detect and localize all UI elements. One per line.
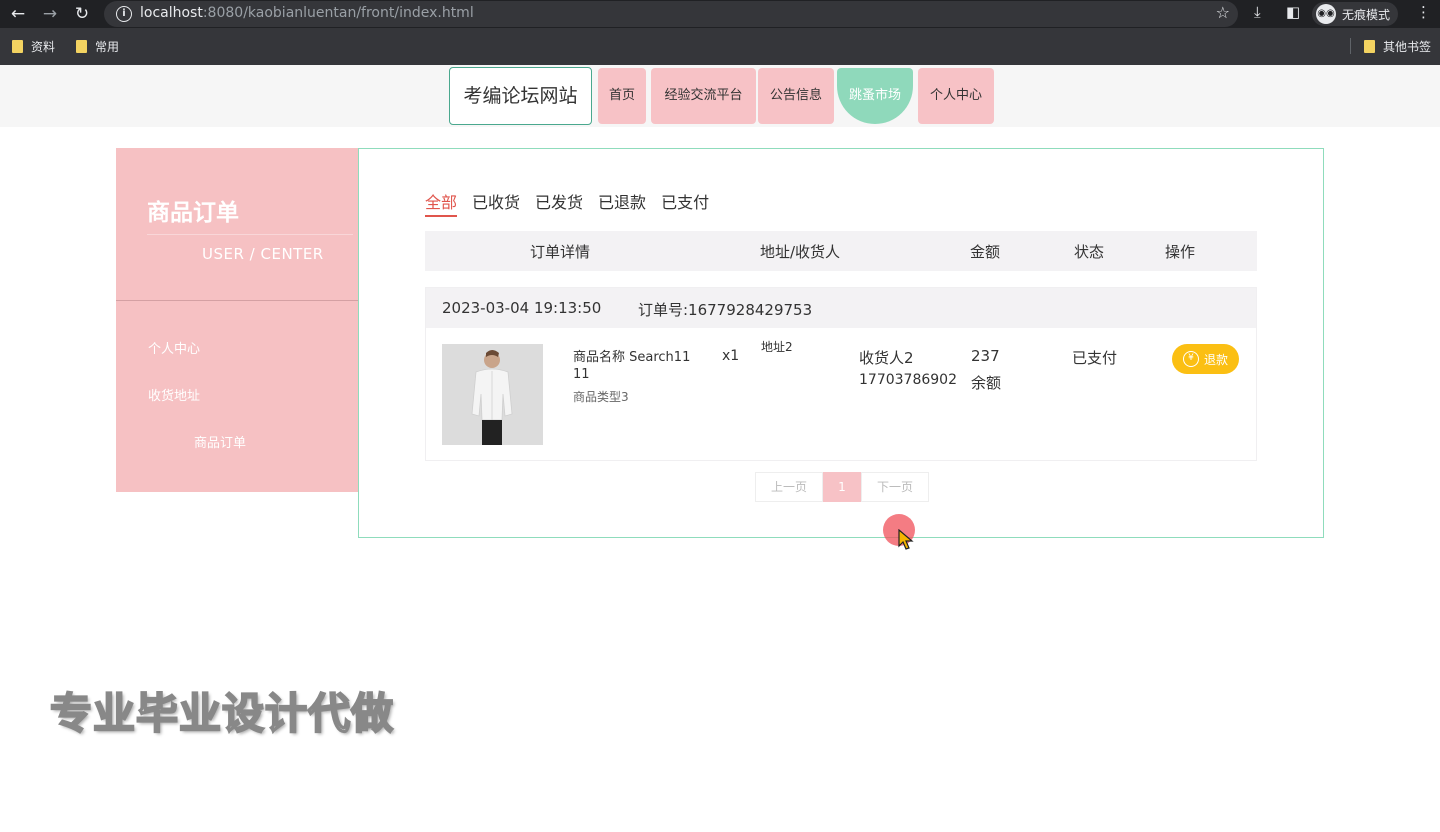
- orders-panel: 全部 已收货 已发货 已退款 已支付 订单详情 地址/收货人 金额 状态 操作 …: [358, 148, 1324, 538]
- site-logo[interactable]: 考编论坛网站: [449, 67, 592, 125]
- receiver-name: 收货人2: [859, 349, 914, 367]
- download-icon[interactable]: ⤓: [1254, 3, 1261, 21]
- order-date: 2023-03-04 19:13:50: [442, 299, 602, 317]
- product-name: 商品名称 Search11: [573, 350, 691, 365]
- product-photo: [442, 344, 543, 445]
- receiver-phone: 17703786902: [859, 372, 957, 388]
- column-header: 状态: [1074, 243, 1105, 261]
- watermark-text: 专业毕业设计代做: [49, 688, 395, 739]
- folder-icon: [76, 40, 87, 53]
- address: 地址2: [761, 340, 793, 354]
- browser-toolbar: ← → ↻ i localhost:8080/kaobianluentan/fr…: [0, 0, 1440, 28]
- status-tabs: 全部 已收货 已发货 已退款 已支付: [425, 189, 709, 217]
- sidebar-item-address[interactable]: 收货地址: [148, 385, 200, 404]
- bookmark-label: 常用: [95, 40, 120, 54]
- nav-personal-center[interactable]: 个人中心: [918, 68, 994, 124]
- refund-label: 退款: [1203, 352, 1228, 367]
- pagination: 上一页 1 下一页: [755, 472, 929, 502]
- bookmarks-bar: 资料 常用 其他书签: [0, 28, 1440, 65]
- info-icon[interactable]: i: [116, 6, 132, 22]
- column-header: 操作: [1165, 243, 1196, 261]
- prev-page-button[interactable]: 上一页: [755, 472, 823, 502]
- bookmark-folder-other[interactable]: 其他书签: [1364, 38, 1431, 55]
- page-1-button[interactable]: 1: [823, 472, 861, 502]
- menu-icon[interactable]: ⋮: [1416, 3, 1431, 21]
- table-header: 订单详情 地址/收货人 金额 状态 操作: [425, 231, 1257, 271]
- quantity: x1: [722, 348, 740, 364]
- order-status: 已支付: [1072, 349, 1118, 367]
- tab-all[interactable]: 全部: [425, 189, 458, 217]
- bookmark-label: 资料: [31, 40, 56, 54]
- product-image[interactable]: [442, 344, 543, 445]
- yen-icon: ¥: [1182, 351, 1199, 367]
- incognito-badge[interactable]: ◉◉ 无痕模式: [1312, 2, 1399, 26]
- incognito-label: 无痕模式: [1342, 7, 1391, 22]
- bookmark-star-icon[interactable]: ☆: [1216, 3, 1230, 22]
- column-header: 地址/收货人: [760, 243, 841, 261]
- bookmark-folder-changyong[interactable]: 常用: [76, 38, 119, 55]
- tab-shipped[interactable]: 已发货: [535, 189, 583, 217]
- sidebar: 商品订单 USER / CENTER 个人中心 收货地址 商品订单: [116, 148, 358, 492]
- address-bar[interactable]: i localhost:8080/kaobianluentan/front/in…: [104, 1, 1238, 27]
- url-path: :8080/kaobianluentan/front/index.html: [202, 5, 474, 21]
- order-header: 2023-03-04 19:13:50 订单号:1677928429753: [426, 288, 1256, 328]
- side-panel-icon[interactable]: ◧: [1286, 3, 1300, 21]
- product-type: 商品类型3: [573, 390, 629, 404]
- bookmark-divider: [1350, 38, 1351, 54]
- tab-paid[interactable]: 已支付: [661, 189, 709, 217]
- nav-notice[interactable]: 公告信息: [758, 68, 834, 124]
- back-icon[interactable]: ←: [6, 2, 30, 26]
- nav-home[interactable]: 首页: [598, 68, 646, 124]
- refund-button[interactable]: ¥ 退款: [1172, 344, 1239, 374]
- sidebar-item-personal-center[interactable]: 个人中心: [148, 338, 200, 357]
- site-header: 考编论坛网站 首页 经验交流平台 公告信息 跳蚤市场 个人中心: [0, 65, 1440, 127]
- divider: [116, 300, 358, 301]
- column-header: 金额: [970, 243, 1001, 261]
- order-number: 订单号:1677928429753: [638, 301, 813, 319]
- next-page-button[interactable]: 下一页: [861, 472, 929, 502]
- url-text[interactable]: localhost:8080/kaobianluentan/front/inde…: [140, 5, 474, 21]
- sidebar-subtitle: USER / CENTER: [202, 245, 324, 263]
- mouse-cursor-icon: [898, 529, 914, 550]
- reload-icon[interactable]: ↻: [70, 2, 94, 26]
- column-header: 订单详情: [530, 243, 591, 261]
- product-name-cont: 11: [573, 367, 590, 382]
- url-host: localhost: [140, 5, 203, 21]
- folder-icon: [1364, 40, 1375, 53]
- nav-flea-market[interactable]: 跳蚤市场: [837, 68, 913, 124]
- bookmark-label: 其他书签: [1383, 40, 1432, 54]
- forward-icon[interactable]: →: [38, 2, 62, 26]
- tab-received[interactable]: 已收货: [472, 189, 520, 217]
- divider: [147, 234, 353, 235]
- pay-method: 余额: [971, 374, 1002, 392]
- order-card: 2023-03-04 19:13:50 订单号:1677928429753 商品…: [425, 287, 1257, 461]
- sidebar-item-orders[interactable]: 商品订单: [194, 432, 246, 451]
- tab-refunded[interactable]: 已退款: [598, 189, 646, 217]
- incognito-icon: ◉◉: [1316, 4, 1336, 24]
- order-amount: 237: [971, 347, 1000, 365]
- nav-experience[interactable]: 经验交流平台: [651, 68, 756, 124]
- bookmark-folder-ziliao[interactable]: 资料: [12, 38, 55, 55]
- folder-icon: [12, 40, 23, 53]
- sidebar-title: 商品订单: [147, 200, 239, 226]
